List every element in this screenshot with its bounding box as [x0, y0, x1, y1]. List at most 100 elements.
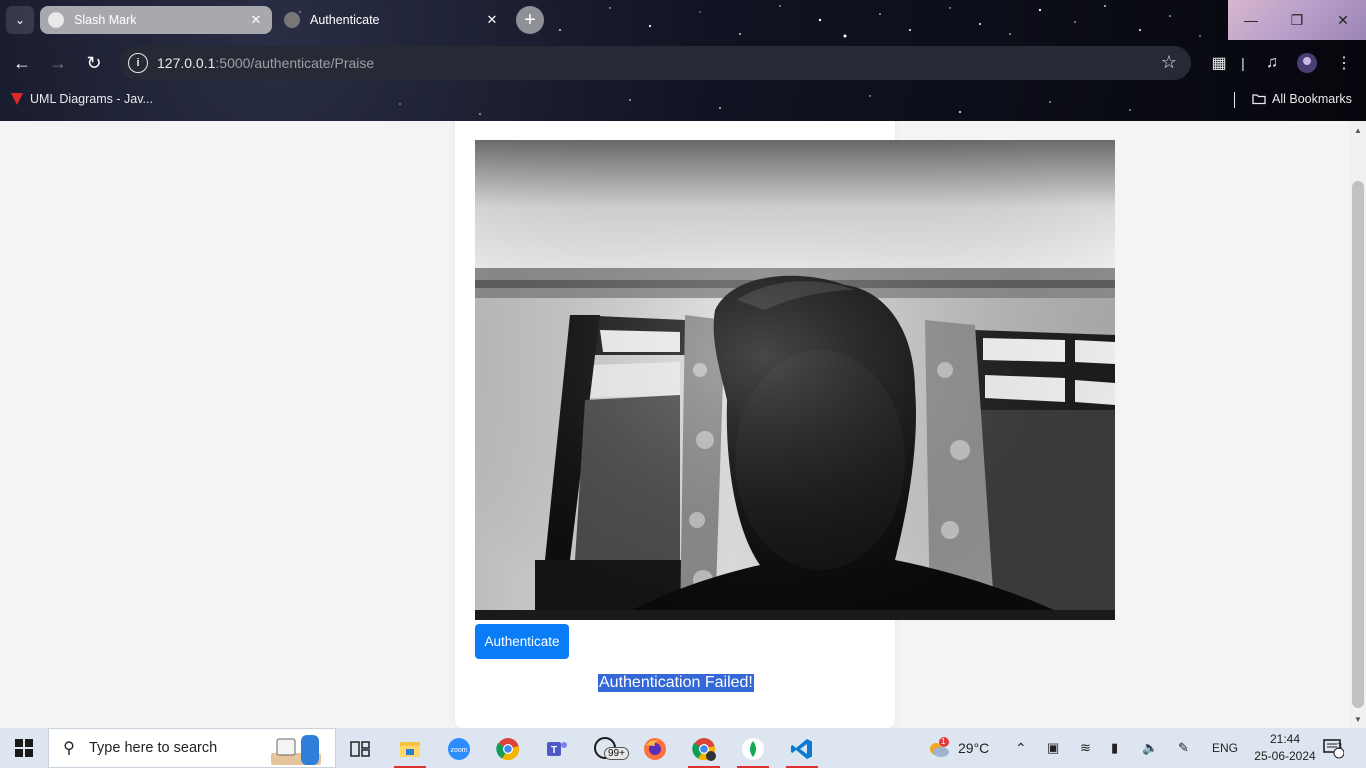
reload-button[interactable]: ↻ [79, 48, 109, 78]
zoom-icon: zoom [448, 738, 470, 760]
whatsapp-button[interactable]: 99+ [586, 732, 629, 766]
status-message: Authentication Failed! [598, 674, 754, 692]
media-controls-icon[interactable]: ♫ [1259, 50, 1285, 76]
tab-title: Authenticate [310, 13, 380, 27]
start-button[interactable] [0, 728, 48, 768]
clock-date: 25-06-2024 [1254, 749, 1316, 763]
teams-icon: T [547, 742, 567, 756]
mongodb-compass-button[interactable] [733, 732, 773, 768]
url-text[interactable]: 127.0.0.1:5000/authenticate/Praise [157, 55, 374, 71]
volume-icon[interactable]: 🔈 [1142, 728, 1158, 768]
scrollbar-thumb[interactable] [1352, 181, 1364, 708]
svg-text:T: T [551, 745, 557, 756]
bookmarks-divider [1234, 92, 1235, 108]
search-icon: ⚲ [63, 740, 75, 757]
firefox-icon [644, 738, 666, 760]
search-placeholder: Type here to search [89, 740, 218, 756]
more-vert-icon: ⋮ [1336, 55, 1352, 72]
tab-authenticate[interactable]: Authenticate ✕ [276, 6, 508, 34]
folder-icon [400, 742, 420, 757]
notification-badge: 99+ [604, 747, 629, 760]
webcam-feed [475, 140, 1115, 620]
webcam-image [475, 140, 1115, 620]
windows-taskbar: ⚲ Type here to search zoom T 99+ 1 29°C … [0, 728, 1366, 768]
scroll-up-icon[interactable]: ▲ [1350, 123, 1366, 137]
folder-icon [1252, 94, 1266, 105]
url-host: 127.0.0.1 [157, 55, 216, 71]
toolbar-divider: | [1241, 55, 1245, 71]
close-icon: ✕ [1337, 11, 1349, 28]
mongodb-leaf-icon [742, 738, 764, 760]
bookmarks-bar: UML Diagrams - Jav... All Bookmarks [0, 88, 1366, 112]
url-path: :5000/authenticate/Praise [215, 55, 375, 71]
profile-avatar[interactable] [1294, 50, 1320, 76]
chevron-down-icon: ⌄ [14, 13, 26, 27]
vscode-button[interactable] [782, 732, 822, 768]
zoom-button[interactable]: zoom [439, 732, 479, 766]
camera-tray-icon[interactable]: ▣ [1047, 728, 1059, 768]
wifi-icon[interactable]: ≋ [1080, 728, 1091, 768]
tab-close-icon[interactable]: ✕ [484, 12, 500, 28]
task-view-icon [350, 741, 370, 757]
plus-icon: + [524, 9, 536, 31]
notification-center-button[interactable]: 3 [1322, 728, 1344, 768]
bookmark-label: UML Diagrams - Jav... [30, 92, 153, 106]
restore-button[interactable]: ❐ [1274, 0, 1320, 40]
chrome-profile-button[interactable] [684, 732, 724, 768]
taskbar-search-box[interactable]: ⚲ Type here to search [48, 728, 336, 768]
arrow-right-icon: → [49, 52, 67, 73]
chevron-up-icon: ⌃ [1015, 739, 1027, 756]
bookmark-star-icon[interactable]: ☆ [1161, 52, 1177, 73]
chrome-icon [692, 738, 716, 761]
vscode-icon [791, 739, 812, 759]
browser-chrome: ⌄ Slash Mark ✕ Authenticate ✕ + — ❐ ✕ ← … [0, 0, 1366, 121]
language-indicator[interactable]: ENG [1212, 728, 1238, 768]
chrome-button[interactable] [488, 732, 528, 766]
weather-widget[interactable]: 1 29°C [926, 728, 989, 768]
search-highlight-icon [271, 735, 321, 765]
address-bar[interactable]: i 127.0.0.1:5000/authenticate/Praise ☆ [120, 46, 1191, 80]
forward-button[interactable]: → [43, 48, 73, 78]
weather-icon [930, 737, 949, 757]
notification-count: 3 [1337, 741, 1343, 751]
svg-text:zoom: zoom [450, 747, 467, 754]
all-bookmarks-button[interactable]: All Bookmarks [1252, 92, 1352, 106]
site-info-icon[interactable]: i [128, 53, 148, 73]
page-content: Authenticate Authentication Failed! [0, 121, 1350, 728]
firefox-button[interactable] [635, 732, 675, 766]
reload-icon: ↻ [86, 52, 102, 73]
scroll-down-icon[interactable]: ▼ [1350, 712, 1366, 726]
file-explorer-button[interactable] [390, 732, 430, 768]
arrow-left-icon: ← [13, 52, 31, 73]
teams-button[interactable]: T [537, 732, 577, 766]
slash-mark-favicon-icon [48, 12, 64, 28]
bookmark-uml-diagrams[interactable]: UML Diagrams - Jav... [10, 92, 153, 106]
tab-close-icon[interactable]: ✕ [248, 12, 264, 28]
new-tab-button[interactable]: + [516, 6, 544, 34]
extensions-icon[interactable]: ▦ [1206, 50, 1232, 76]
menu-button[interactable]: ⋮ [1331, 50, 1357, 76]
avatar-icon [1297, 53, 1317, 73]
authenticate-button[interactable]: Authenticate [475, 624, 569, 659]
weather-badge: 1 [941, 737, 946, 746]
tab-strip: ⌄ Slash Mark ✕ Authenticate ✕ + — ❐ ✕ [0, 0, 1366, 40]
all-bookmarks-label: All Bookmarks [1272, 92, 1352, 106]
bookmark-favicon-icon [11, 93, 23, 105]
page-scrollbar[interactable]: ▲ ▼ [1350, 121, 1366, 728]
tab-slash-mark[interactable]: Slash Mark ✕ [40, 6, 272, 34]
pen-icon[interactable]: ✎ [1178, 728, 1189, 768]
globe-favicon-icon [284, 12, 300, 28]
tab-search-button[interactable]: ⌄ [6, 6, 34, 34]
minimize-icon: — [1244, 12, 1258, 28]
battery-icon[interactable]: ▮ [1111, 728, 1118, 768]
show-hidden-icons-button[interactable]: ⌃ [1015, 728, 1027, 768]
close-window-button[interactable]: ✕ [1320, 0, 1366, 40]
clock-time: 21:44 [1269, 732, 1301, 746]
clock[interactable]: 21:44 25-06-2024 [1250, 731, 1320, 765]
task-view-button[interactable] [340, 732, 380, 766]
weather-temperature: 29°C [958, 740, 990, 756]
minimize-button[interactable]: — [1228, 0, 1274, 40]
chrome-icon [496, 738, 520, 761]
back-button[interactable]: ← [7, 48, 37, 78]
windows-logo-icon [15, 739, 33, 757]
